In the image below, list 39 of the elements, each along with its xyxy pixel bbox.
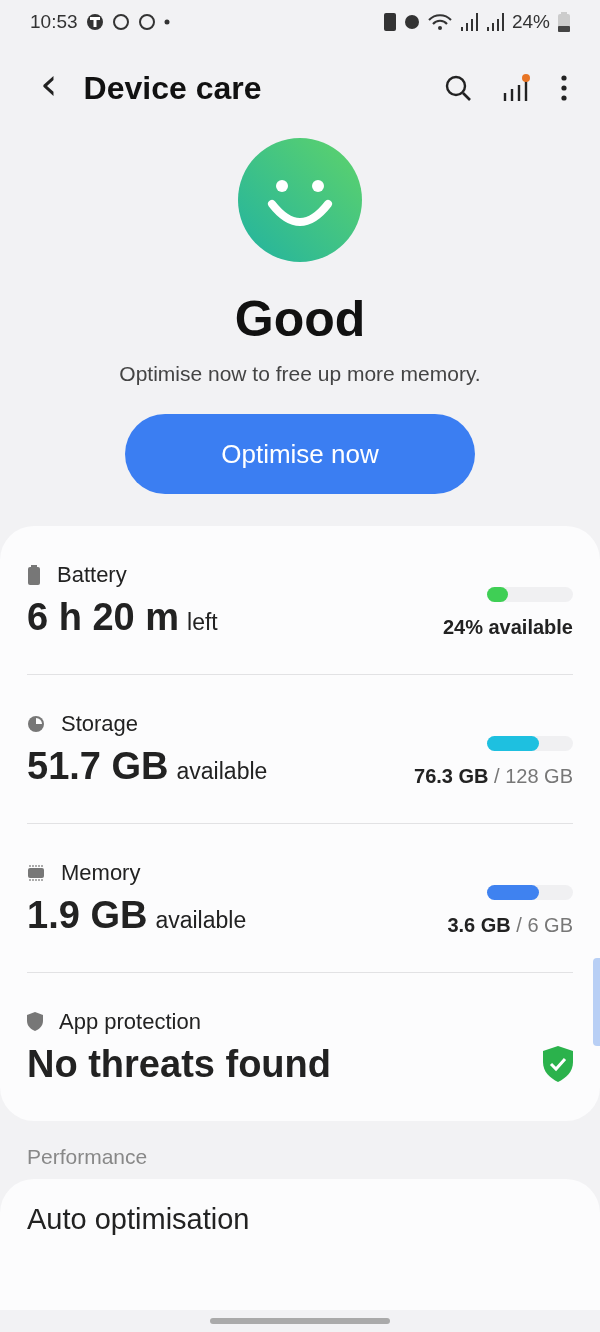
- item-label: App protection: [59, 1008, 201, 1035]
- search-icon: [444, 74, 472, 102]
- battery-icon: [27, 564, 41, 585]
- menu-item[interactable]: Auto optimisation: [27, 1203, 573, 1236]
- item-label: Memory: [61, 859, 141, 886]
- shield-check-icon: [543, 1046, 573, 1082]
- item-value: 6 h 20 m: [27, 595, 180, 639]
- home-handle[interactable]: [210, 1318, 390, 1324]
- item-unit: available: [176, 757, 268, 785]
- dot-icon: [163, 19, 170, 25]
- signal-icon: [459, 13, 478, 31]
- battery-percentage: 24%: [511, 11, 550, 33]
- usage-reading: 76.3 GB / 128 GB: [414, 764, 573, 788]
- pie-chart-icon: [27, 714, 45, 733]
- timer-icon: [85, 13, 104, 31]
- status-title: Good: [234, 290, 366, 348]
- item-unit: available: [155, 906, 247, 934]
- usage-reading: 24% available: [442, 615, 573, 639]
- item-value: 51.7 GB: [27, 744, 169, 788]
- back-button[interactable]: ‹: [36, 62, 62, 114]
- page-title: Device care: [83, 69, 263, 107]
- optimise-button[interactable]: Optimise now: [125, 414, 475, 494]
- wifi-icon: [427, 14, 452, 30]
- section-title: Performance: [26, 1144, 149, 1170]
- bar-chart-icon: [502, 73, 530, 103]
- clock-time: 10:53: [30, 11, 78, 33]
- item-value: No threats found: [27, 1042, 331, 1086]
- chip-icon: [27, 863, 45, 882]
- shield-icon: [27, 1012, 43, 1031]
- item-value: 1.9 GB: [27, 893, 148, 937]
- status-message: Optimise now to free up more memory.: [119, 362, 481, 386]
- usage-reading: 3.6 GB / 6 GB: [447, 913, 573, 937]
- smiley-icon: [238, 138, 362, 262]
- signal-icon: [485, 13, 504, 31]
- item-label: Storage: [61, 710, 139, 737]
- more-options-icon: [560, 75, 568, 101]
- item-unit: left: [187, 608, 218, 636]
- battery-icon: [558, 12, 570, 32]
- item-label: Battery: [57, 561, 127, 588]
